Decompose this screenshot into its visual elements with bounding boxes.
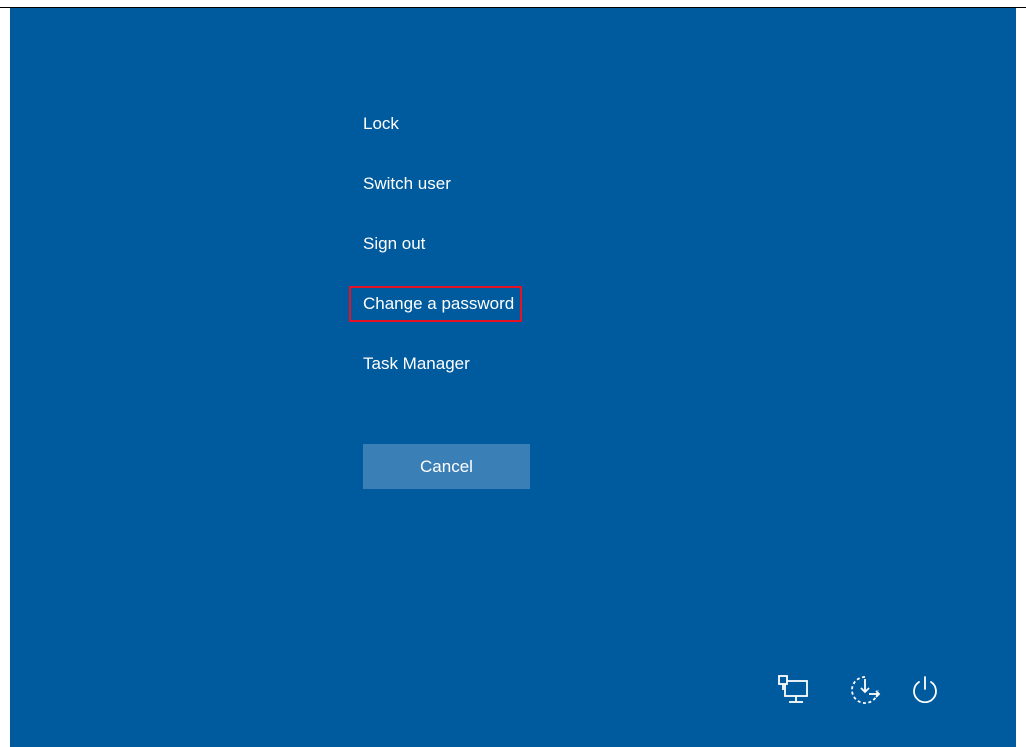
security-options-menu: Lock Switch user Sign out Change a passw… — [348, 100, 623, 400]
task-manager-option[interactable]: Task Manager — [363, 340, 623, 400]
change-password-option[interactable]: Change a password — [348, 280, 623, 340]
power-icon — [913, 676, 937, 704]
switch-user-option[interactable]: Switch user — [363, 160, 623, 220]
ease-of-access-button[interactable] — [843, 668, 887, 712]
lock-option[interactable]: Lock — [363, 100, 623, 160]
lock-option-label: Lock — [363, 114, 399, 133]
change-password-option-label: Change a password — [348, 286, 523, 322]
switch-user-option-label: Switch user — [363, 174, 451, 193]
ease-of-access-icon — [851, 676, 881, 704]
network-button[interactable] — [771, 668, 815, 712]
sign-out-option[interactable]: Sign out — [363, 220, 623, 280]
cancel-button[interactable]: Cancel — [363, 444, 530, 489]
page: Lock Switch user Sign out Change a passw… — [0, 0, 1026, 747]
network-icon — [778, 675, 808, 703]
task-manager-option-label: Task Manager — [363, 354, 470, 373]
sign-out-option-label: Sign out — [363, 234, 426, 253]
security-options-screen: Lock Switch user Sign out Change a passw… — [10, 8, 1016, 747]
power-button[interactable] — [903, 668, 947, 712]
